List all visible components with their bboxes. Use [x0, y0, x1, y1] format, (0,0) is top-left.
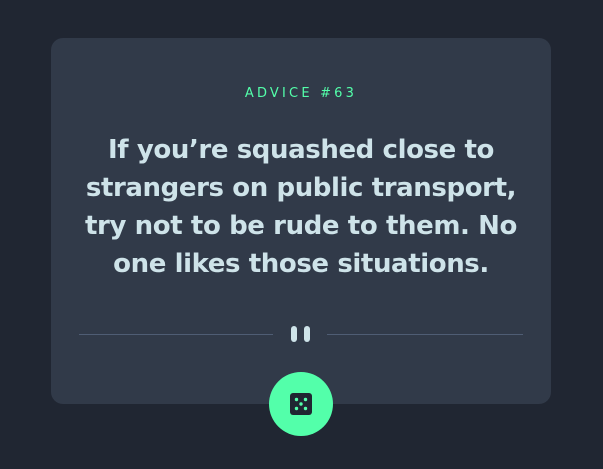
divider-line-right	[327, 334, 523, 335]
new-advice-button[interactable]	[269, 372, 333, 436]
pause-icon	[291, 326, 311, 342]
pattern-divider	[79, 325, 523, 343]
divider-line-left	[79, 334, 273, 335]
advice-card: ADVICE #63 If you’re squashed close to s…	[51, 38, 551, 404]
advice-id-label: ADVICE #63	[244, 86, 358, 101]
dice-icon	[290, 393, 312, 415]
advice-quote: If you’re squashed close to strangers on…	[85, 135, 517, 279]
